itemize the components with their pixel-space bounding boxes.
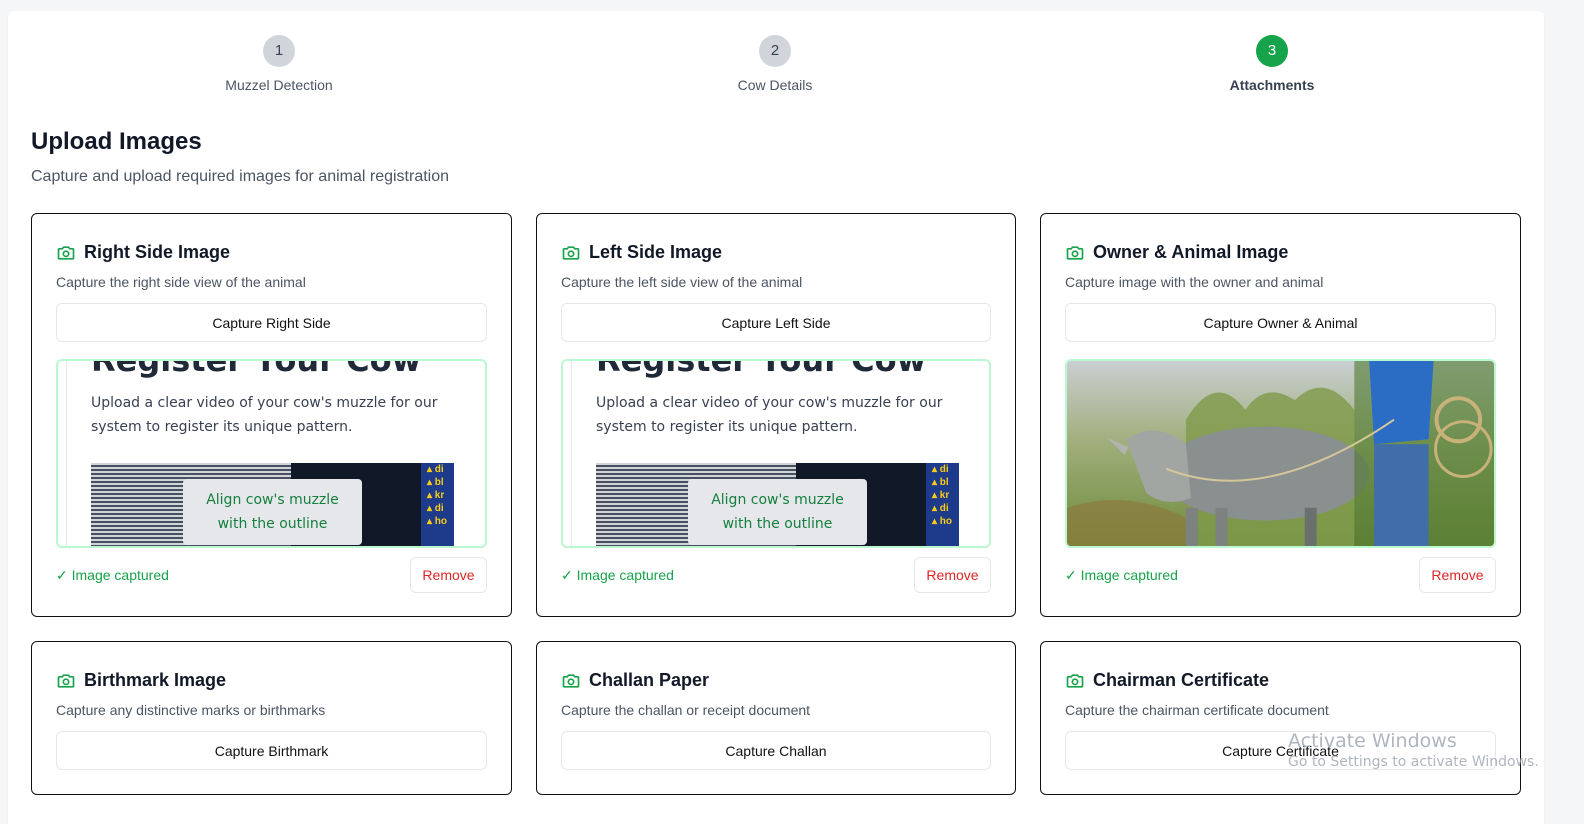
card-challan-paper: Challan Paper Capture the challan or rec… [536, 641, 1016, 795]
step-label: Muzzel Detection [225, 77, 333, 93]
card-description: Capture image with the owner and animal [1065, 274, 1324, 290]
owner-animal-photo [1067, 361, 1494, 546]
card-chairman-certificate: Chairman Certificate Capture the chairma… [1040, 641, 1521, 795]
windows-activation-watermark: Activate Windows Go to Settings to activ… [1288, 730, 1539, 770]
captured-image-preview: Register Your Cow Upload a clear video o… [56, 359, 487, 548]
camera-icon [57, 673, 75, 688]
capture-right-side-button[interactable]: Capture Right Side [56, 303, 487, 342]
card-left-side-image: Left Side Image Capture the left side vi… [536, 213, 1016, 617]
card-description: Capture the challan or receipt document [561, 702, 811, 718]
capture-left-side-button[interactable]: Capture Left Side [561, 303, 991, 342]
preview-text: Upload a clear video of your cow's muzzl… [91, 395, 438, 435]
card-title: Right Side Image [84, 242, 231, 262]
camera-icon [562, 673, 580, 688]
card-description: Capture the chairman certificate documen… [1065, 702, 1329, 718]
page-subtitle: Capture and upload required images for a… [31, 168, 450, 185]
capture-challan-button[interactable]: Capture Challan [561, 731, 991, 770]
preview-video: ▴ di ▴ bl ▴ kr ▴ di ▴ ho Align cow's muzzle … [596, 463, 959, 546]
step-cow-details[interactable]: 2 Cow Details [675, 35, 875, 93]
stepper: 1 Muzzel Detection 2 Cow Details 3 Attac… [8, 11, 1544, 111]
captured-image-preview: Register Your Cow Upload a clear video o… [561, 359, 991, 548]
step-label: Attachments [1229, 77, 1315, 93]
camera-icon [562, 245, 580, 260]
remove-button[interactable]: Remove [1419, 557, 1496, 593]
step-number: 1 [263, 35, 295, 67]
page-title: Upload Images [31, 128, 202, 155]
card-title: Challan Paper [589, 670, 710, 690]
preview-heading: Register Your Cow [596, 359, 927, 379]
card-title: Chairman Certificate [1093, 670, 1270, 690]
step-number: 3 [1256, 35, 1288, 67]
attachments-panel: 1 Muzzel Detection 2 Cow Details 3 Attac… [8, 11, 1544, 824]
preview-video: ▴ di ▴ bl ▴ kr ▴ di ▴ ho Align cow's muzzle … [91, 463, 454, 546]
captured-screenshot: Register Your Cow Upload a clear video o… [563, 361, 989, 546]
muzzle-guide-bubble: Align cow's muzzle with the outline [688, 479, 867, 545]
camera-icon [57, 245, 75, 260]
remove-button[interactable]: Remove [914, 557, 991, 593]
capture-status: ✓ Image captured [56, 567, 169, 583]
captured-screenshot: Register Your Cow Upload a clear video o… [58, 361, 485, 546]
step-label: Cow Details [737, 77, 813, 93]
remove-button[interactable]: Remove [410, 557, 487, 593]
card-description: Capture the left side view of the animal [561, 274, 803, 290]
capture-status: ✓ Image captured [1065, 567, 1178, 583]
capture-birthmark-button[interactable]: Capture Birthmark [56, 731, 487, 770]
camera-icon [1066, 245, 1084, 260]
card-description: Capture the right side view of the anima… [56, 274, 306, 290]
muzzle-guide-bubble: Align cow's muzzle with the outline [183, 479, 362, 545]
card-right-side-image: Right Side Image Capture the right side … [31, 213, 512, 617]
captured-image-preview [1065, 359, 1496, 548]
capture-status: ✓ Image captured [561, 567, 674, 583]
card-title: Owner & Animal Image [1093, 242, 1289, 262]
camera-icon [1066, 673, 1084, 688]
preview-text: Upload a clear video of your cow's muzzl… [596, 395, 943, 435]
card-owner-animal-image: Owner & Animal Image Capture image with … [1040, 213, 1521, 617]
capture-owner-animal-button[interactable]: Capture Owner & Animal [1065, 303, 1496, 342]
preview-heading: Register Your Cow [91, 359, 422, 379]
card-description: Capture any distinctive marks or birthma… [56, 702, 326, 718]
step-muzzel-detection[interactable]: 1 Muzzel Detection [179, 35, 379, 93]
card-title: Left Side Image [589, 242, 723, 262]
step-number: 2 [759, 35, 791, 67]
card-title: Birthmark Image [84, 670, 227, 690]
step-attachments[interactable]: 3 Attachments [1172, 35, 1372, 93]
card-birthmark-image: Birthmark Image Capture any distinctive … [31, 641, 512, 795]
